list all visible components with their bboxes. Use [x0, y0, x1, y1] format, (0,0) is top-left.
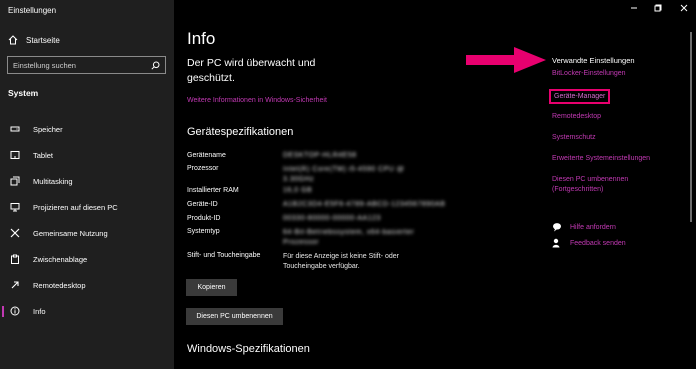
clipboard-icon — [10, 254, 22, 264]
search-box[interactable] — [7, 56, 166, 74]
get-help-label: Hilfe anfordern — [570, 223, 616, 231]
sidebar-item-label: Tablet — [33, 150, 54, 160]
copy-button[interactable]: Kopieren — [186, 279, 237, 296]
sidebar-item-multitasking[interactable]: Multitasking — [0, 174, 174, 188]
spec-value-processor: Intel(R) Core(TM) i5-4590 CPU @ 3.30GHz — [283, 166, 405, 183]
sidebar-item-info[interactable]: Info — [0, 304, 174, 318]
bitlocker-settings-link[interactable]: BitLocker-Einstellungen — [552, 70, 626, 77]
info-icon — [10, 306, 22, 316]
spec-value-ram: 16,0 GB — [283, 187, 313, 194]
sidebar-item-label: Remotedesktop — [33, 280, 86, 290]
storage-icon — [10, 124, 22, 134]
shared-experiences-icon — [10, 228, 22, 238]
device-manager-link[interactable]: Geräte-Manager — [549, 89, 611, 104]
tablet-icon — [10, 150, 22, 160]
system-protection-link[interactable]: Systemschutz — [552, 134, 596, 141]
sidebar-item-label: Gemeinsame Nutzung — [33, 228, 108, 238]
remote-desktop-icon — [10, 280, 22, 290]
sidebar-item-label: Multitasking — [33, 176, 73, 186]
project-icon — [10, 202, 22, 212]
sidebar-item-tablet[interactable]: Tablet — [0, 148, 174, 162]
windows-specs-heading: Windows-Spezifikationen — [187, 343, 310, 355]
spec-label-pen-touch: Stift- und Toucheingabe — [187, 252, 261, 259]
related-settings-heading: Verwandte Einstellungen — [552, 56, 635, 65]
sidebar-item-label: Zwischenablage — [33, 254, 88, 264]
sidebar-item-remotedesktop[interactable]: Remotedesktop — [0, 278, 174, 292]
send-feedback-link[interactable]: Feedback senden — [552, 238, 626, 248]
spec-value-device-name: DESKTOP-HLR4E58 — [283, 152, 357, 159]
spec-label-ram: Installierter RAM — [187, 187, 239, 194]
advanced-system-settings-link[interactable]: Erweiterte Systemeinstellungen — [552, 155, 650, 162]
sidebar-item-gemeinsame-nutzung[interactable]: Gemeinsame Nutzung — [0, 226, 174, 240]
security-info-link[interactable]: Weitere Informationen in Windows-Sicherh… — [187, 97, 327, 104]
spec-value-pen-touch: Für diese Anzeige ist keine Stift- oder … — [283, 253, 399, 270]
sidebar: Einstellungen Startseite System Speicher… — [0, 0, 174, 369]
sidebar-item-zwischenablage[interactable]: Zwischenablage — [0, 252, 174, 266]
spec-value-system-type: 64-Bit-Betriebssystem, x64-basierter Pro… — [283, 229, 415, 246]
minimize-icon[interactable] — [630, 4, 638, 12]
help-chat-icon — [552, 222, 562, 232]
pointer-arrow-icon — [466, 47, 546, 73]
send-feedback-label: Feedback senden — [570, 239, 626, 247]
sidebar-item-speicher[interactable]: Speicher — [0, 122, 174, 136]
feedback-icon — [552, 238, 562, 248]
search-icon[interactable] — [151, 61, 160, 70]
spec-label-device-id: Geräte-ID — [187, 201, 218, 208]
section-title: System — [8, 88, 39, 98]
maximize-icon[interactable] — [654, 4, 662, 12]
sidebar-item-label: Info — [33, 306, 46, 316]
home-label: Startseite — [26, 35, 60, 45]
device-specs-heading: Gerätespezifikationen — [187, 126, 294, 138]
spec-value-product-id: 00330-80000-00000-AA123 — [283, 215, 381, 222]
scrollbar[interactable] — [690, 32, 692, 222]
spec-label-processor: Prozessor — [187, 165, 219, 172]
rename-pc-advanced-link[interactable]: Diesen PC umbenennen (Fortgeschritten) — [552, 175, 652, 195]
rename-pc-button[interactable]: Diesen PC umbenennen — [186, 308, 283, 325]
page-title: Info — [187, 29, 216, 48]
close-icon[interactable] — [680, 4, 688, 12]
sidebar-item-projizieren[interactable]: Projizieren auf diesen PC — [0, 200, 174, 214]
sidebar-item-label: Speicher — [33, 124, 63, 134]
sidebar-item-label: Projizieren auf diesen PC — [33, 202, 118, 212]
search-input[interactable] — [13, 60, 151, 70]
spec-value-device-id: A1B2C3D4-E5F6-4789-ABCD-1234567890AB — [283, 201, 446, 208]
spec-label-device-name: Gerätename — [187, 152, 226, 159]
home-link[interactable]: Startseite — [8, 34, 60, 46]
app-title: Einstellungen — [8, 6, 57, 15]
remote-desktop-link[interactable]: Remotedesktop — [552, 113, 601, 120]
multitasking-icon — [10, 176, 22, 186]
spec-label-system-type: Systemtyp — [187, 228, 220, 235]
selection-indicator — [2, 306, 4, 317]
security-status: Der PC wird überwacht und geschützt. — [187, 57, 316, 84]
home-icon — [8, 35, 18, 45]
spec-label-product-id: Produkt-ID — [187, 215, 221, 222]
get-help-link[interactable]: Hilfe anfordern — [552, 222, 616, 232]
